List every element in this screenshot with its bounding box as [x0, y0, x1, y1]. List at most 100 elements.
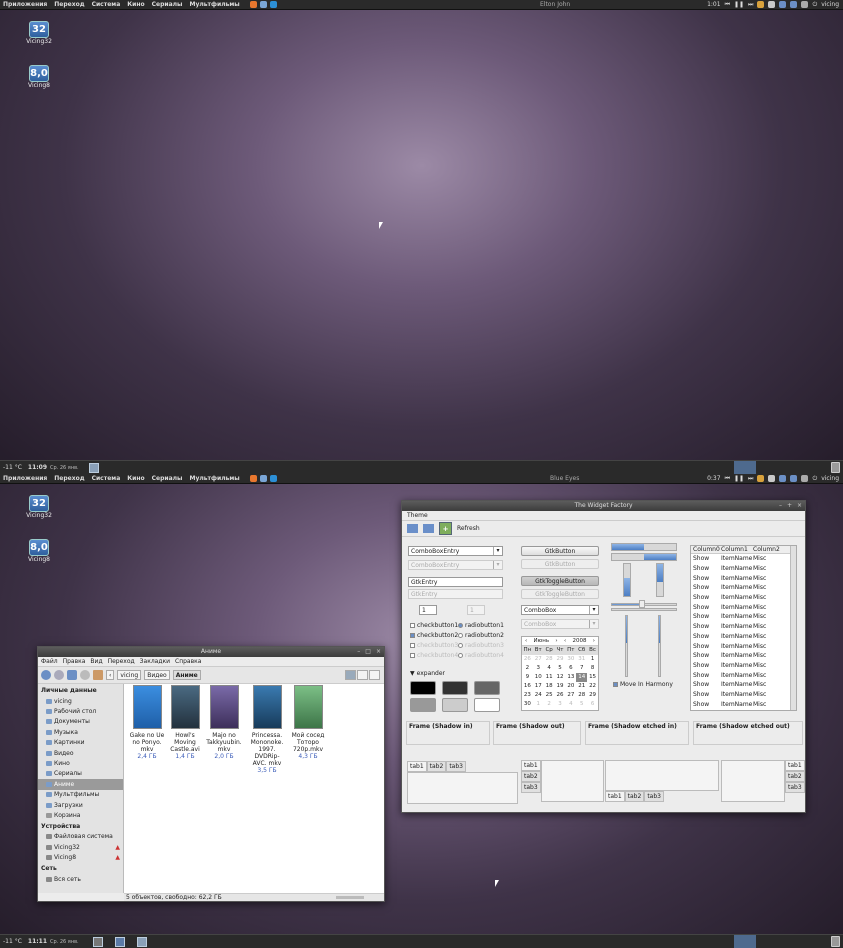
player-prev-icon[interactable]: ⏮	[725, 1, 730, 9]
back-icon[interactable]	[41, 670, 51, 680]
table-row[interactable]: Show ItemName Misc	[691, 593, 796, 603]
menu-applications[interactable]: Приложения	[3, 475, 47, 482]
sidebar-item-downloads[interactable]: Загрузки	[38, 800, 123, 810]
gtk-button[interactable]: GtkButton	[521, 546, 599, 556]
table-row[interactable]: Show ItemName Misc	[691, 622, 796, 632]
tab[interactable]: tab1	[407, 761, 427, 772]
menu-go[interactable]: Переход	[108, 658, 135, 665]
calendar-day[interactable]: 21	[576, 682, 587, 691]
player-next-icon[interactable]: ⏭	[748, 1, 753, 9]
skype-icon[interactable]	[269, 1, 277, 8]
calendar-day[interactable]: 30	[565, 655, 576, 664]
list-view-icon[interactable]	[369, 670, 380, 680]
checkbutton-2[interactable]: checkbutton2	[410, 632, 458, 639]
calendar-day[interactable]: 3	[555, 700, 566, 709]
table-row[interactable]: Show ItemName Misc	[691, 690, 796, 700]
calendar-day[interactable]: 2	[544, 700, 555, 709]
folder-icon[interactable]	[757, 1, 765, 8]
minimize-icon[interactable]: –	[779, 501, 782, 511]
menu-kino[interactable]: Кино	[127, 475, 144, 482]
tab[interactable]: tab2	[521, 771, 541, 782]
last-icon[interactable]	[423, 524, 434, 533]
network-icon[interactable]	[790, 475, 798, 482]
spin-button[interactable]: 1	[419, 605, 437, 615]
calendar-day[interactable]: 6	[587, 700, 598, 709]
username[interactable]: vicing	[821, 475, 839, 482]
volume-icon[interactable]	[801, 1, 809, 8]
calendar-day[interactable]: 24	[533, 691, 544, 700]
tab[interactable]: tab1	[521, 760, 541, 771]
sidebar-item-serials[interactable]: Сериалы	[38, 769, 123, 779]
calendar-day[interactable]: 29	[555, 655, 566, 664]
text-entry[interactable]: GtkEntry	[408, 577, 503, 587]
sidebar-item-music[interactable]: Музыка	[38, 727, 123, 737]
sidebar-item-vicing32[interactable]: Vicing32 ▲	[38, 842, 123, 852]
calendar-day[interactable]: 1	[587, 655, 598, 664]
radiobutton-2[interactable]: radiobutton2	[458, 632, 504, 639]
calendar-day[interactable]: 16	[522, 682, 533, 691]
desktop-icon-vicing32[interactable]: 32 Vicing32	[26, 495, 52, 519]
close-icon[interactable]: ×	[797, 501, 802, 511]
table-row[interactable]: Show ItemName Misc	[691, 680, 796, 690]
player-play-icon[interactable]: ❚❚	[734, 475, 744, 482]
menu-theme[interactable]: Theme	[407, 512, 428, 519]
sidebar-item-video[interactable]: Видео	[38, 748, 123, 758]
swatch-dark[interactable]	[442, 681, 468, 695]
tab[interactable]: tab3	[785, 782, 805, 793]
desktop-icon-vicing32[interactable]: 32 Vicing32	[26, 21, 52, 45]
workspace-switcher[interactable]	[734, 935, 756, 948]
mail-tray-icon[interactable]	[768, 475, 776, 482]
calendar-day[interactable]: 7	[576, 664, 587, 673]
calendar-day[interactable]: 5	[555, 664, 566, 673]
file-item[interactable]: Gake no Ue no Ponyo. mkv 2,4 ГБ	[129, 685, 165, 760]
next-year-icon[interactable]: ›	[593, 638, 595, 644]
calendar-day[interactable]: 13	[565, 673, 576, 682]
desktop-icon-vicing8[interactable]: 8,0 Vicing8	[26, 539, 52, 563]
table-row[interactable]: Show ItemName Misc	[691, 602, 796, 612]
scale-vertical[interactable]	[625, 615, 628, 677]
calendar-day[interactable]: 18	[544, 682, 555, 691]
prev-year-icon[interactable]: ‹	[564, 638, 566, 644]
sidebar-item-kino[interactable]: Кино	[38, 758, 123, 768]
tab[interactable]: tab2	[426, 761, 447, 772]
calendar-day[interactable]: 3	[533, 664, 544, 673]
tab[interactable]: tab2	[624, 791, 645, 802]
add-icon[interactable]: +	[439, 522, 452, 535]
menu-system[interactable]: Система	[92, 1, 121, 8]
bluetooth-icon[interactable]	[779, 1, 787, 8]
calendar[interactable]: ‹ Июнь › ‹ 2008 › Пн Вт Ср Чт Пт Сб Вс 26 27 28 29…	[521, 636, 599, 711]
calendar-day[interactable]: 31	[576, 655, 587, 664]
calendar-day[interactable]: 25	[544, 691, 555, 700]
sidebar-item-vicing[interactable]: vicing	[38, 696, 123, 706]
file-item[interactable]: Мой сосед Тоторо 720p.mkv 4,3 ГБ	[290, 685, 326, 760]
power-icon[interactable]: ⏻	[812, 1, 817, 9]
menu-kino[interactable]: Кино	[127, 1, 144, 8]
clock[interactable]: 11:09	[28, 464, 47, 471]
sidebar-item-filesystem[interactable]: Файловая система	[38, 832, 123, 842]
firefox-icon[interactable]	[249, 1, 257, 8]
table-row[interactable]: Show ItemName Misc	[691, 583, 796, 593]
swatch-mid[interactable]	[410, 698, 436, 712]
calendar-day[interactable]: 4	[565, 700, 576, 709]
tab[interactable]: tab1	[785, 760, 805, 771]
reload-icon[interactable]	[67, 670, 77, 680]
zoom-slider[interactable]	[336, 896, 364, 899]
swatch-gray[interactable]	[474, 681, 500, 695]
file-item[interactable]: Princessa. Mononoke. 1997. DVDRip-AVC. m…	[248, 685, 286, 774]
menu-applications[interactable]: Приложения	[3, 1, 47, 8]
column-header[interactable]: Column1	[721, 546, 753, 553]
firefox-icon[interactable]	[249, 475, 257, 482]
tree-view[interactable]: Column0 Column1 Column2 Show ItemName Misc…	[690, 545, 797, 711]
calendar-day[interactable]: 10	[533, 673, 544, 682]
sidebar-item-desktop[interactable]: Рабочий стол	[38, 706, 123, 716]
next-month-icon[interactable]: ›	[555, 638, 557, 644]
calendar-day[interactable]: 28	[576, 691, 587, 700]
column-header[interactable]: Column0	[691, 546, 721, 553]
calendar-day[interactable]: 1	[533, 700, 544, 709]
table-row[interactable]: Show ItemName Misc	[691, 632, 796, 642]
scale-horizontal[interactable]	[611, 608, 677, 611]
menu-help[interactable]: Справка	[175, 658, 201, 665]
calendar-day[interactable]: 28	[544, 655, 555, 664]
scale-vertical[interactable]	[658, 615, 661, 677]
sidebar-item-vicing8[interactable]: Vicing8 ▲	[38, 852, 123, 862]
